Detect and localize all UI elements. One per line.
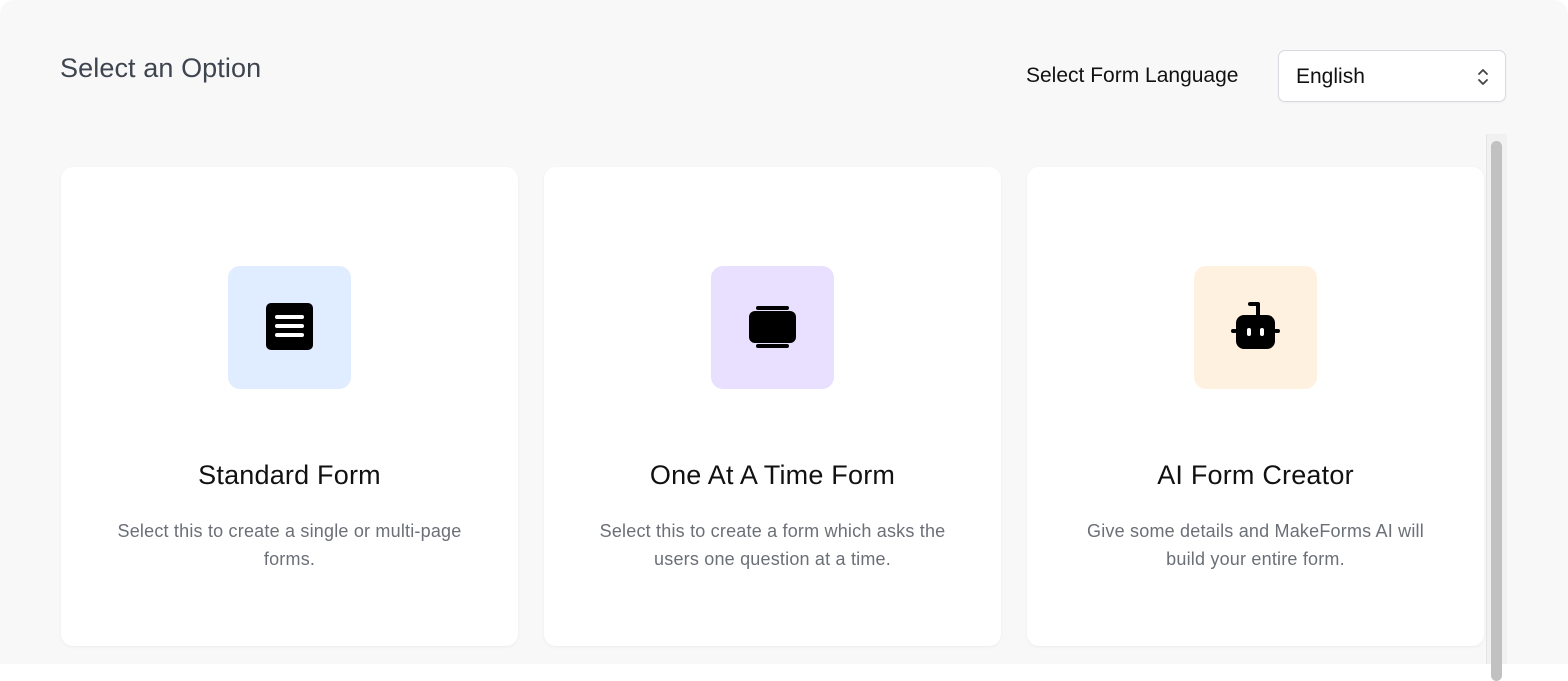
form-language-value: English (1296, 65, 1365, 88)
document-list-icon (266, 303, 313, 350)
option-title: Standard Form (198, 460, 381, 490)
ai-form-creator-icon-tile (1194, 266, 1317, 389)
standard-form-icon-tile (228, 266, 351, 389)
robot-icon (1231, 302, 1280, 349)
scrollbar[interactable] (1486, 134, 1507, 681)
one-at-a-time-icon-tile (711, 266, 834, 389)
form-language-select[interactable]: English (1278, 50, 1506, 102)
scrollbar-thumb[interactable] (1491, 141, 1502, 681)
option-description: Select this to create a single or multi-… (117, 521, 462, 569)
stacked-cards-icon (749, 306, 796, 348)
select-option-dialog: Select an Option Select Form Language En… (0, 0, 1568, 681)
option-card-one-at-a-time-form[interactable]: One At A Time Form Select this to create… (544, 167, 1001, 646)
option-title: One At A Time Form (649, 460, 896, 490)
chevron-up-down-icon (1478, 69, 1488, 85)
option-card-standard-form[interactable]: Standard Form Select this to create a si… (61, 167, 518, 646)
page-title: Select an Option (60, 53, 262, 83)
form-language-label: Select Form Language (1026, 64, 1239, 87)
option-description: Give some details and MakeForms AI will … (1087, 521, 1424, 569)
option-card-ai-form-creator[interactable]: AI Form Creator Give some details and Ma… (1027, 167, 1484, 646)
option-title: AI Form Creator (1157, 460, 1354, 490)
option-description: Select this to create a form which asks … (599, 521, 946, 569)
